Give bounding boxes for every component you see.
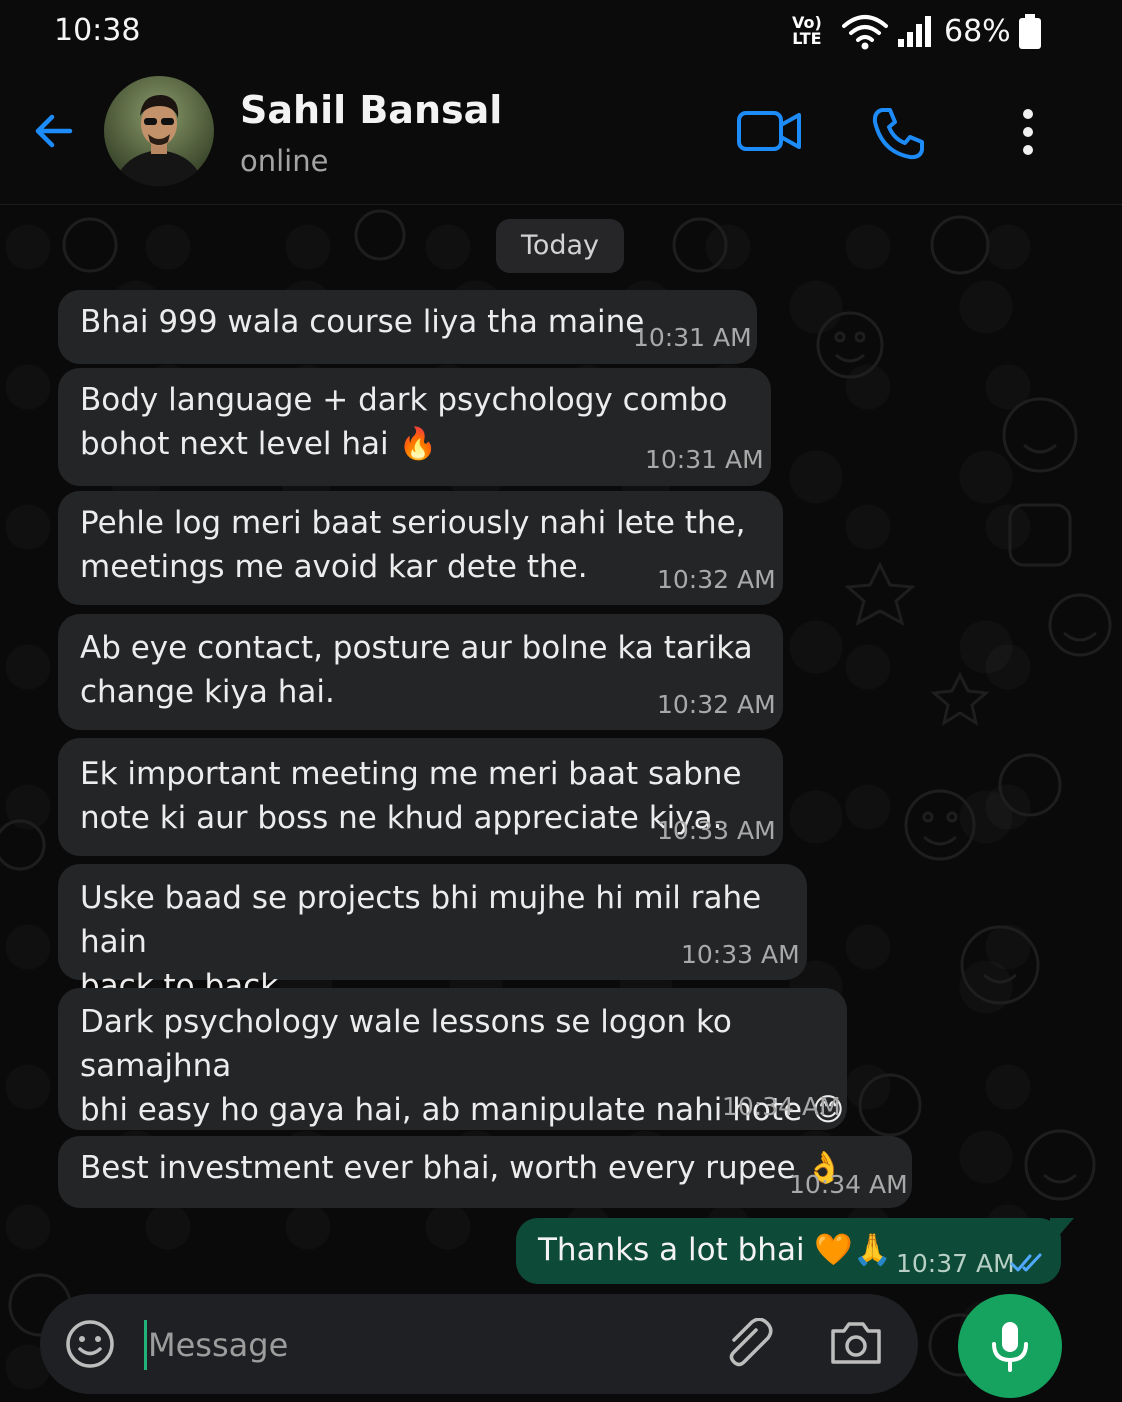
volte-indicator: Vo) LTE	[792, 13, 822, 48]
status-time: 10:38	[54, 13, 141, 48]
voice-call-icon[interactable]	[870, 106, 926, 162]
voice-message-button[interactable]	[958, 1294, 1062, 1398]
battery-icon	[1019, 14, 1041, 49]
message-list[interactable]: Today Bhai 999 wala course liya tha main…	[0, 205, 1122, 1402]
wifi-icon	[842, 15, 888, 50]
message-time: 10:34 AM	[722, 1092, 841, 1121]
incoming-message[interactable]: Pehle log meri baat seriously nahi lete …	[58, 491, 783, 605]
message-text: Pehle log meri baat seriously nahi lete …	[80, 505, 746, 585]
message-text: Body language + dark psychology combo bo…	[80, 382, 728, 462]
message-text: Ek important meeting me meri baat sabne …	[80, 756, 742, 836]
message-composer	[40, 1294, 918, 1394]
read-receipt-icon	[1010, 1253, 1042, 1272]
back-arrow-icon[interactable]	[28, 106, 78, 156]
incoming-message[interactable]: Uske baad se projects bhi mujhe hi mil r…	[58, 864, 807, 1004]
incoming-message[interactable]: Best investment ever bhai, worth every r…	[58, 1136, 912, 1208]
avatar[interactable]	[104, 76, 214, 186]
message-text: Ab eye contact, posture aur bolne ka tar…	[80, 630, 753, 710]
message-time: 10:32 AM	[657, 565, 776, 594]
signal-icon	[898, 16, 931, 47]
incoming-message[interactable]: Ek important meeting me meri baat sabne …	[58, 738, 783, 856]
message-input[interactable]	[146, 1314, 710, 1376]
contact-status: online	[240, 144, 329, 178]
message-time: 10:37 AM	[896, 1249, 1015, 1278]
chat-header: Sahil Bansal online	[0, 66, 1122, 205]
message-time: 10:32 AM	[657, 690, 776, 719]
camera-icon[interactable]	[828, 1318, 884, 1368]
more-options-icon[interactable]	[1010, 106, 1046, 158]
microphone-icon	[992, 1322, 1028, 1372]
status-bar: 10:38 Vo) LTE 68%	[0, 0, 1122, 66]
incoming-message[interactable]: Dark psychology wale lessons se logon ko…	[58, 988, 847, 1130]
message-time: 10:33 AM	[657, 816, 776, 845]
battery-percent: 68%	[944, 14, 1011, 49]
attach-icon[interactable]	[722, 1318, 778, 1370]
message-text: Best investment ever bhai, worth every r…	[80, 1150, 844, 1186]
date-separator: Today	[496, 219, 624, 273]
outgoing-message[interactable]: Thanks a lot bhai 🧡🙏 10:37 AM	[516, 1218, 1061, 1284]
message-time: 10:33 AM	[681, 940, 800, 969]
message-time: 10:34 AM	[789, 1170, 908, 1199]
incoming-message[interactable]: Bhai 999 wala course liya tha maine 10:3…	[58, 290, 757, 364]
message-time: 10:31 AM	[633, 323, 752, 352]
contact-name[interactable]: Sahil Bansal	[240, 88, 502, 132]
message-text: Thanks a lot bhai 🧡🙏	[538, 1232, 892, 1268]
incoming-message[interactable]: Body language + dark psychology combo bo…	[58, 368, 771, 486]
emoji-icon[interactable]	[64, 1318, 116, 1370]
video-call-icon[interactable]	[736, 108, 802, 154]
message-text: Bhai 999 wala course liya tha maine	[80, 304, 645, 340]
message-time: 10:31 AM	[645, 445, 764, 474]
incoming-message[interactable]: Ab eye contact, posture aur bolne ka tar…	[58, 614, 783, 730]
